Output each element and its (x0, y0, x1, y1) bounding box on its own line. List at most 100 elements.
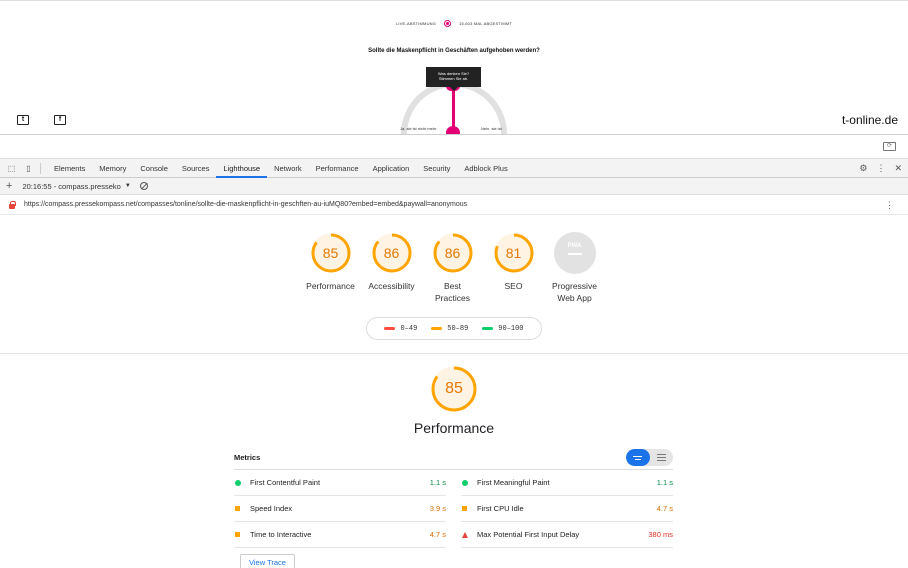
tab-elements[interactable]: Elements (47, 159, 92, 178)
metric-value: 4.7 s (429, 530, 446, 539)
record-icon (444, 20, 452, 27)
poll-question: Sollte die Maskenpflicht in Geschäften a… (368, 48, 540, 54)
vote-count: 15.603 MAL ABGESTIMMT (459, 21, 513, 26)
tooltip-line-2: Stimmen Sie ab. (438, 76, 469, 81)
live-label: LIVE-ABSTIMMUNG (395, 21, 437, 26)
score-ring: 85 (310, 232, 352, 274)
device-toolbar-icon[interactable]: ▯ (23, 163, 34, 174)
compact-view-icon[interactable] (626, 449, 650, 466)
metric-time-to-interactive: Time to Interactive 4.7 s (234, 522, 446, 548)
facebook-icon[interactable]: f (54, 115, 66, 125)
legend-fail: 0–49 (384, 325, 417, 333)
performance-score-value: 85 (445, 380, 463, 397)
tab-memory[interactable]: Memory (92, 159, 133, 178)
metrics-view-toggle[interactable] (626, 449, 673, 466)
tab-sources[interactable]: Sources (175, 159, 217, 178)
score-ring: 81 (493, 232, 535, 274)
more-options-icon[interactable]: ⋮ (876, 163, 885, 174)
devtools-panel: ⟳ ⬚ ▯ Elements Memory Console Sources Li… (0, 134, 908, 568)
expanded-view-icon[interactable] (650, 449, 674, 466)
legend-pass: 90–100 (482, 325, 524, 333)
metrics-header: Metrics (234, 448, 673, 470)
gauge-accessibility[interactable]: 86 Accessibility (361, 232, 422, 304)
brand-logo[interactable]: t-online.de (842, 113, 898, 127)
legend-average: 50–89 (431, 325, 468, 333)
tab-security[interactable]: Security (416, 159, 457, 178)
inspect-element-icon[interactable]: ⬚ (6, 163, 17, 174)
metric-name: Time to Interactive (250, 530, 312, 539)
report-selector[interactable]: 20:16:55 - compass.presseko (22, 182, 120, 191)
gauge-pwa[interactable]: PWA Progressive Web App (544, 232, 605, 304)
legend-swatch-orange (431, 327, 443, 330)
metrics-grid: First Contentful Paint 1.1 s Speed Index… (234, 470, 673, 568)
score-ring: 86 (432, 232, 474, 274)
metric-value: 4.7 s (656, 504, 673, 513)
legend-swatch-green (482, 327, 494, 330)
gauge-label: SEO (504, 281, 523, 291)
live-vote-bar: LIVE-ABSTIMMUNG 15.603 MAL ABGESTIMMT (0, 20, 908, 27)
score-legend: 0–49 50–89 90–100 (366, 317, 542, 340)
devtools-top-strip: ⟳ (0, 135, 908, 159)
score-ring: 86 (371, 232, 413, 274)
metric-name: First CPU Idle (477, 504, 524, 513)
option-yes[interactable]: Ja, sie ist nicht mehr (400, 126, 436, 131)
metric-first-cpu-idle: First CPU Idle 4.7 s (461, 496, 673, 522)
metric-name: Max Potential First Input Delay (477, 530, 580, 539)
legend-fail-text: 0–49 (400, 324, 418, 333)
metric-speed-index: Speed Index 3.9 s (234, 496, 446, 522)
category-gauges: 85 Performance 86 Accessibility 86 Best … (300, 232, 605, 304)
fail-triangle-icon (461, 531, 475, 538)
metric-value: 1.1 s (429, 478, 446, 487)
report-menu-icon[interactable]: ⋮ (885, 200, 894, 211)
settings-gear-icon[interactable]: ⚙ (859, 163, 867, 174)
metric-max-potential-fid: Max Potential First Input Delay 380 ms (461, 522, 673, 548)
gauge-best-practices[interactable]: 86 Best Practices (422, 232, 483, 304)
average-square-icon (461, 506, 475, 511)
devtools-tabbar: ⬚ ▯ Elements Memory Console Sources Ligh… (0, 159, 908, 178)
screenshot-icon[interactable]: ⟳ (883, 142, 896, 151)
metric-first-contentful-paint: First Contentful Paint 1.1 s (234, 470, 446, 496)
metric-first-meaningful-paint: First Meaningful Paint 1.1 s (461, 470, 673, 496)
metric-value: 1.1 s (656, 478, 673, 487)
gauge-label: Performance (306, 281, 355, 291)
metrics-column-left: First Contentful Paint 1.1 s Speed Index… (234, 470, 446, 568)
metric-value: 380 ms (648, 530, 673, 539)
view-trace-button[interactable]: View Trace (240, 554, 295, 568)
score-value: 86 (383, 245, 400, 261)
webpage-viewport: LIVE-ABSTIMMUNG 15.603 MAL ABGESTIMMT So… (0, 0, 908, 187)
option-no[interactable]: Nein, sie ist (481, 126, 502, 131)
devtools-actions: ⚙ ⋮ ✕ (859, 159, 902, 178)
audited-url-bar: https://compass.pressekompass.net/compas… (0, 195, 908, 215)
metric-value: 3.9 s (429, 504, 446, 513)
pass-circle-icon (234, 479, 248, 486)
score-value: 86 (444, 245, 461, 261)
tab-application[interactable]: Application (366, 159, 417, 178)
gauge-label-line-2: Web App (557, 293, 592, 303)
metrics-title: Metrics (234, 453, 261, 462)
metric-name: First Contentful Paint (250, 478, 321, 487)
gauge-label: Accessibility (368, 281, 415, 291)
twitter-icon[interactable]: t (17, 115, 29, 125)
legend-swatch-red (384, 327, 396, 330)
pwa-badge-text: PWA (567, 243, 582, 249)
close-devtools-icon[interactable]: ✕ (894, 163, 902, 174)
tab-performance[interactable]: Performance (309, 159, 366, 178)
gauge-label: Progressive (552, 281, 597, 291)
lock-icon (9, 200, 16, 209)
pwa-dash (567, 253, 582, 255)
audited-url[interactable]: https://compass.pressekompass.net/compas… (24, 201, 467, 208)
new-report-icon[interactable]: + (6, 180, 12, 192)
gauge-performance[interactable]: 85 Performance (300, 232, 361, 304)
tab-network[interactable]: Network (267, 159, 309, 178)
metrics-section: Metrics First Contentful Paint 1.1 s Spe… (234, 448, 673, 568)
gauge-seo[interactable]: 81 SEO (483, 232, 544, 304)
metric-name: First Meaningful Paint (477, 478, 550, 487)
tab-adblock-plus[interactable]: Adblock Plus (457, 159, 514, 178)
tab-lighthouse[interactable]: Lighthouse (216, 159, 268, 178)
legend-average-text: 50–89 (447, 324, 469, 333)
clear-reports-icon[interactable] (139, 182, 148, 190)
average-square-icon (234, 532, 248, 537)
tab-console[interactable]: Console (133, 159, 175, 178)
section-divider (0, 353, 908, 354)
chevron-down-icon[interactable]: ▼ (125, 183, 131, 189)
